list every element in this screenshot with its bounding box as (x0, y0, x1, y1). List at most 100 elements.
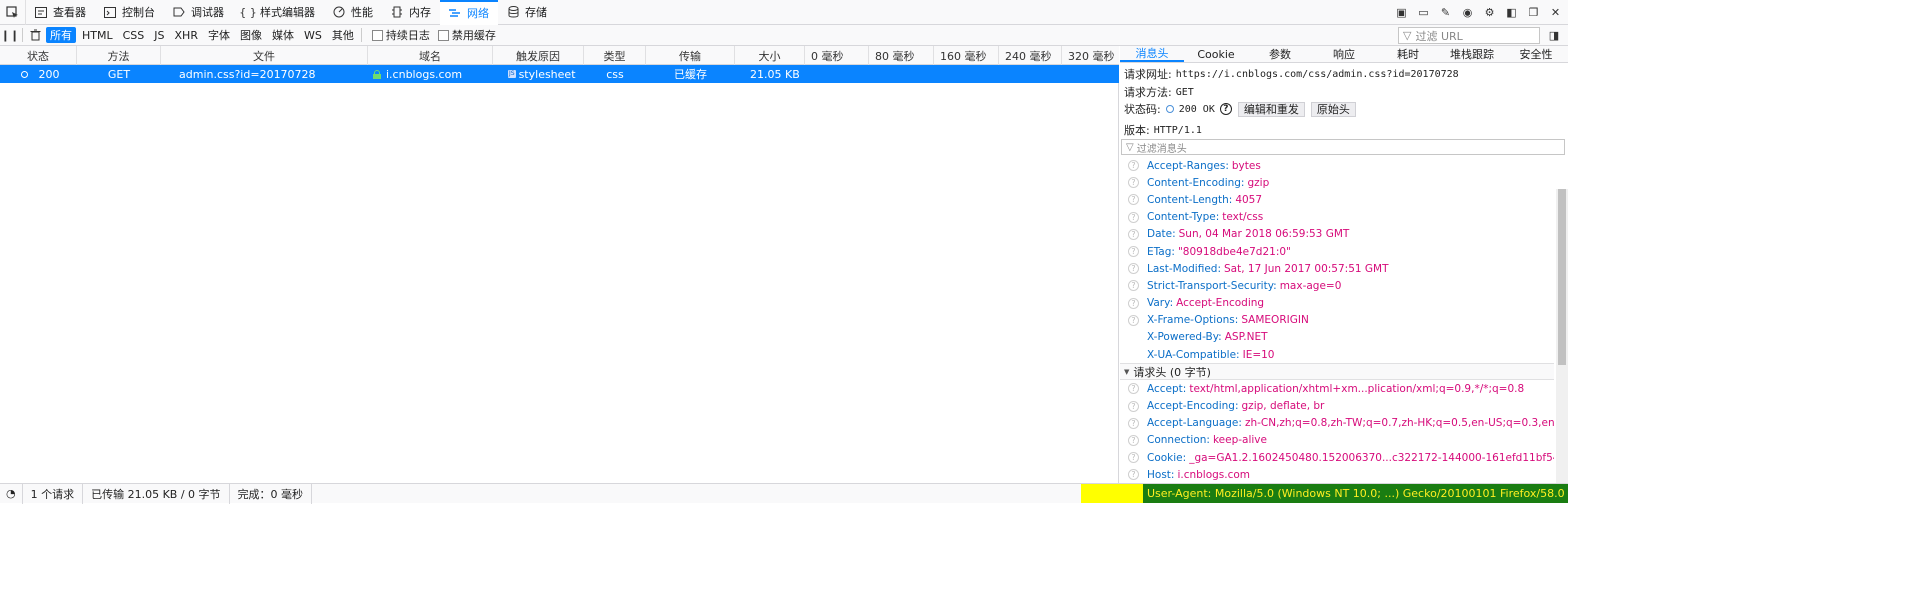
response-header-row: ? Date: Sun, 04 Mar 2018 06:59:53 GMT (1120, 226, 1554, 243)
details-scrollbar[interactable] (1556, 189, 1568, 483)
split-console-icon[interactable]: ▣ (1393, 4, 1410, 21)
response-header-row: ? ETag: "80918dbe4e7d21:0" (1120, 243, 1554, 260)
help-icon[interactable]: ? (1128, 469, 1139, 481)
edit-resend-button[interactable]: 编辑和重发 (1237, 101, 1305, 117)
tab-label: 样式编辑器 (260, 6, 315, 19)
divider (360, 28, 362, 42)
filter-fonts[interactable]: 字体 (204, 27, 234, 43)
url-filter-input[interactable]: ▽ 过滤 URL (1398, 27, 1540, 44)
clear-button[interactable] (25, 25, 45, 46)
raw-headers-button[interactable]: 原始头 (1310, 101, 1356, 117)
filter-xhr[interactable]: XHR (171, 27, 202, 43)
tab-label: 控制台 (122, 6, 155, 19)
tab-performance[interactable]: 性能 (324, 0, 382, 25)
request-method: GET (107, 67, 131, 81)
request-transferred: 已缓存 (674, 68, 707, 81)
scratchpad-icon[interactable]: ✎ (1437, 4, 1454, 21)
help-icon[interactable]: ? (1128, 211, 1139, 223)
filter-js[interactable]: JS (150, 27, 168, 43)
filter-media[interactable]: 媒体 (268, 27, 298, 43)
header-name: X-Powered-By: (1147, 331, 1222, 344)
help-icon[interactable]: ? (1128, 177, 1139, 189)
column-status[interactable]: 状态 (0, 46, 77, 65)
tab-params[interactable]: 参数 (1248, 46, 1312, 62)
tab-memory[interactable]: 内存 (382, 0, 440, 25)
column-size[interactable]: 大小 (735, 46, 805, 65)
pause-button[interactable]: ❙❙ (0, 25, 20, 46)
dock-side-icon[interactable]: ◧ (1503, 4, 1520, 21)
tab-network[interactable]: 网络 (440, 0, 498, 25)
tab-timings[interactable]: 耗时 (1376, 46, 1440, 62)
column-method[interactable]: 方法 (77, 46, 161, 65)
header-name: Vary: (1147, 297, 1174, 310)
tab-security[interactable]: 安全性 (1504, 46, 1568, 62)
response-header-row: ? X-Frame-Options: SAMEORIGIN (1120, 312, 1554, 329)
status-dot-icon (20, 70, 28, 78)
filter-css[interactable]: CSS (119, 27, 149, 43)
tab-stack-trace[interactable]: 堆栈跟踪 (1440, 46, 1504, 62)
separate-window-icon[interactable]: ❐ (1525, 4, 1542, 21)
tab-headers[interactable]: 消息头 (1120, 46, 1184, 62)
persist-logs-checkbox[interactable]: 持续日志 (371, 27, 430, 43)
column-transferred[interactable]: 传输 (646, 46, 735, 65)
help-icon[interactable]: ? (1128, 263, 1139, 275)
help-icon[interactable]: ? (1128, 194, 1139, 206)
header-filter-input[interactable]: ▽ 过滤消息头 (1121, 139, 1565, 155)
gear-icon[interactable]: ⚙ (1481, 4, 1498, 21)
help-icon[interactable]: ? (1128, 452, 1139, 464)
column-cause[interactable]: 触发原因 (493, 46, 584, 65)
help-icon[interactable]: ? (1128, 400, 1139, 412)
tab-style-editor[interactable]: { } 样式编辑器 (233, 0, 324, 25)
tab-console[interactable]: 控制台 (95, 0, 164, 25)
help-icon[interactable]: ? (1128, 280, 1139, 292)
disable-cache-label: 禁用缓存 (451, 29, 496, 42)
header-value: keep-alive (1212, 434, 1267, 447)
tick-label: 240 毫秒 (1005, 49, 1052, 63)
help-icon[interactable]: ? (1128, 383, 1139, 395)
column-label: 状态 (27, 49, 49, 63)
filter-other[interactable]: 其他 (328, 27, 358, 43)
filter-ws[interactable]: WS (300, 27, 326, 43)
help-icon[interactable]: ? (1128, 228, 1139, 240)
column-type[interactable]: 类型 (584, 46, 646, 65)
header-value: bytes (1231, 159, 1261, 172)
tab-response[interactable]: 响应 (1312, 46, 1376, 62)
help-icon[interactable]: ? (1219, 103, 1232, 115)
column-file[interactable]: 文件 (161, 46, 368, 65)
request-type: css (606, 67, 624, 81)
performance-analysis-button[interactable]: ◔ (0, 483, 23, 504)
response-header-row: ? Content-Encoding: gzip (1120, 174, 1554, 191)
screenshot-icon[interactable]: ◉ (1459, 4, 1476, 21)
scrollbar-thumb[interactable] (1558, 189, 1566, 365)
column-label: 大小 (758, 49, 781, 63)
header-value: text/html,application/xhtml+xm...plicati… (1189, 382, 1525, 395)
header-value: zh-CN,zh;q=0.8,zh-TW;q=0.7,zh-HK;q=0.5,e… (1244, 417, 1554, 430)
help-icon[interactable]: ? (1128, 434, 1139, 446)
filter-all[interactable]: 所有 (46, 27, 76, 43)
toggle-details-button[interactable]: ◨ (1544, 25, 1564, 46)
tab-label: 性能 (351, 6, 373, 19)
help-icon[interactable]: ? (1128, 297, 1139, 309)
column-label: 域名 (419, 49, 441, 63)
element-picker-button[interactable] (0, 0, 26, 25)
request-row[interactable]: 200 GET admin.css?id=20170728 i.cnblogs.… (0, 65, 1119, 83)
help-icon[interactable]: ? (1128, 246, 1139, 258)
tab-inspector[interactable]: 查看器 (26, 0, 95, 25)
filter-html[interactable]: HTML (78, 27, 117, 43)
column-domain[interactable]: 域名 (368, 46, 493, 65)
header-name: Last-Modified: (1147, 262, 1222, 275)
responsive-design-icon[interactable]: ▭ (1415, 4, 1432, 21)
disable-cache-checkbox[interactable]: 禁用缓存 (437, 27, 496, 43)
help-icon[interactable]: ? (1128, 417, 1139, 429)
tab-debugger[interactable]: 调试器 (164, 0, 233, 25)
tab-storage[interactable]: 存储 (498, 0, 556, 25)
request-headers-section-toggle[interactable]: ▼ 请求头 (0 字节) (1120, 363, 1554, 381)
close-icon[interactable]: ✕ (1547, 4, 1564, 21)
debugger-icon (172, 5, 186, 19)
header-name: Cookie: (1147, 451, 1187, 464)
help-icon[interactable]: ? (1128, 314, 1139, 326)
header-name: Host: (1147, 468, 1175, 481)
tab-cookies[interactable]: Cookie (1184, 46, 1248, 62)
help-icon[interactable]: ? (1128, 160, 1139, 172)
filter-images[interactable]: 图像 (236, 27, 266, 43)
